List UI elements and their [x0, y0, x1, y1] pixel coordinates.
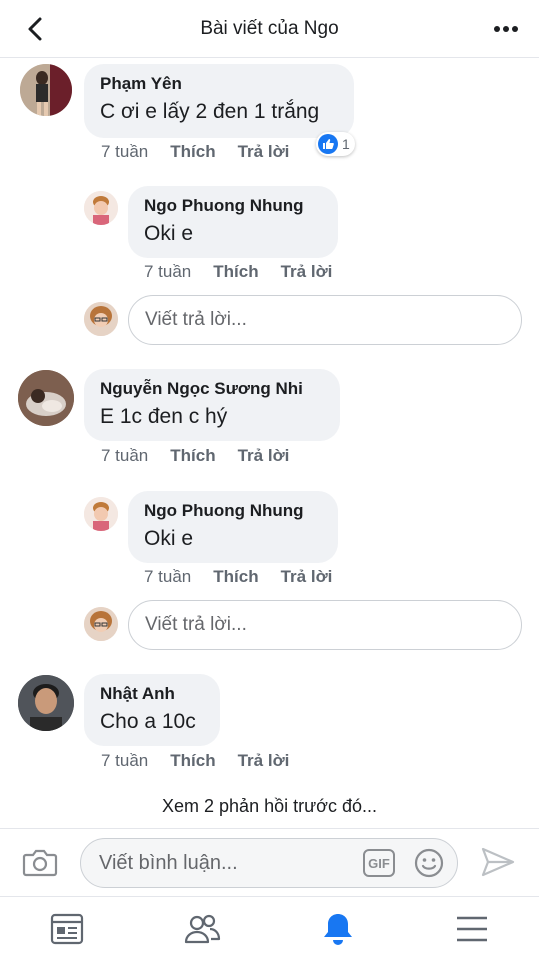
avatar [84, 302, 118, 336]
reply-bubble[interactable]: Ngo Phuong Nhung Oki e [128, 186, 338, 258]
camera-button[interactable] [22, 847, 58, 882]
comment-text: Cho a 10c [100, 710, 196, 733]
like-reaction-icon [318, 134, 338, 154]
news-feed-icon [50, 913, 84, 945]
comment-input[interactable]: Viết bình luận... GIF [80, 838, 458, 888]
comment-time: 7 tuần [101, 751, 149, 770]
gif-button[interactable]: GIF [363, 849, 395, 877]
avatar[interactable] [18, 370, 74, 426]
reply-input-placeholder: Viết trả lời... [145, 309, 247, 330]
bottom-tab-bar [0, 896, 539, 960]
tab-friends[interactable] [182, 911, 222, 947]
avatar-photo-icon [84, 191, 118, 225]
comment-time: 7 tuần [101, 142, 149, 161]
tab-menu[interactable] [452, 911, 492, 947]
like-button[interactable]: Thích [170, 446, 215, 466]
reply-bubble[interactable]: Ngo Phuong Nhung Oki e [128, 491, 338, 563]
smiley-icon [414, 848, 444, 878]
comment-input-placeholder: Viết bình luận... [99, 852, 238, 874]
avatar-photo-icon [84, 497, 118, 531]
comment-meta: 7 tuần Thích Trả lời [144, 262, 332, 282]
comment-author[interactable]: Nhật Anh [100, 684, 204, 704]
like-button[interactable]: Thích [170, 751, 215, 771]
avatar[interactable] [84, 191, 118, 225]
comment-time: 7 tuần [144, 262, 192, 281]
reply-button[interactable]: Trả lời [281, 262, 333, 282]
comment-text: Oki e [144, 222, 194, 245]
reply-button[interactable]: Trả lời [238, 446, 290, 466]
comment-author[interactable]: Nguyễn Ngọc Sương Nhi [100, 379, 324, 399]
avatar[interactable] [18, 675, 74, 731]
comment-bubble[interactable]: Nhật Anh Cho a 10c [84, 674, 220, 746]
more-options-button[interactable] [491, 14, 521, 44]
avatar-photo-icon [84, 607, 118, 641]
camera-icon [22, 849, 58, 877]
avatar[interactable] [20, 64, 72, 116]
reply-button[interactable]: Trả lời [238, 142, 290, 162]
avatar[interactable] [84, 497, 118, 531]
tab-notifications[interactable] [318, 911, 358, 947]
avatar-photo-icon [84, 302, 118, 336]
tab-news-feed[interactable] [47, 911, 87, 947]
avatar [84, 607, 118, 641]
like-button[interactable]: Thích [170, 142, 215, 162]
comment-time: 7 tuần [101, 446, 149, 465]
like-button[interactable]: Thích [213, 567, 258, 587]
comment-author[interactable]: Phạm Yên [100, 74, 338, 94]
notifications-bell-icon [324, 914, 352, 945]
reply-input[interactable]: Viết trả lời... [128, 295, 522, 345]
menu-icon [457, 916, 487, 942]
comment-time: 7 tuần [144, 567, 192, 586]
comment-meta: 7 tuần Thích Trả lời [101, 142, 289, 162]
comment-meta: 7 tuần Thích Trả lời [144, 567, 332, 587]
comment-text: E 1c đen c hý [100, 405, 228, 428]
comment-text: Oki e [144, 527, 194, 550]
friends-icon [184, 914, 221, 944]
reaction-count: 1 [342, 136, 350, 152]
comment-bubble[interactable]: Phạm Yên C ơi e lấy 2 đen 1 trắng [84, 64, 354, 138]
comment-text: C ơi e lấy 2 đen 1 trắng [100, 100, 320, 123]
comment-author[interactable]: Ngo Phuong Nhung [144, 501, 322, 521]
avatar-photo-icon [18, 370, 74, 426]
emoji-button[interactable] [413, 847, 445, 884]
comment-author[interactable]: Ngo Phuong Nhung [144, 196, 322, 216]
comment-meta: 7 tuần Thích Trả lời [101, 751, 289, 771]
reply-input[interactable]: Viết trả lời... [128, 600, 522, 650]
more-dots-icon [494, 26, 518, 32]
view-previous-replies-link[interactable]: Xem 2 phản hồi trước đó... [0, 796, 539, 817]
page-title: Bài viết của Ngo [200, 18, 339, 39]
send-icon [481, 847, 515, 877]
comment-composer: Viết bình luận... GIF [0, 828, 539, 896]
like-button[interactable]: Thích [213, 262, 258, 282]
reply-input-placeholder: Viết trả lời... [145, 614, 247, 635]
send-button[interactable] [480, 846, 516, 883]
avatar-photo-icon [18, 675, 74, 731]
comment-bubble[interactable]: Nguyễn Ngọc Sương Nhi E 1c đen c hý [84, 369, 340, 441]
reply-button[interactable]: Trả lời [281, 567, 333, 587]
top-bar: Bài viết của Ngo [0, 0, 539, 58]
reply-button[interactable]: Trả lời [238, 751, 290, 771]
comment-meta: 7 tuần Thích Trả lời [101, 446, 289, 466]
avatar-photo-icon [20, 64, 72, 116]
reaction-count-badge[interactable]: 1 [316, 132, 355, 156]
